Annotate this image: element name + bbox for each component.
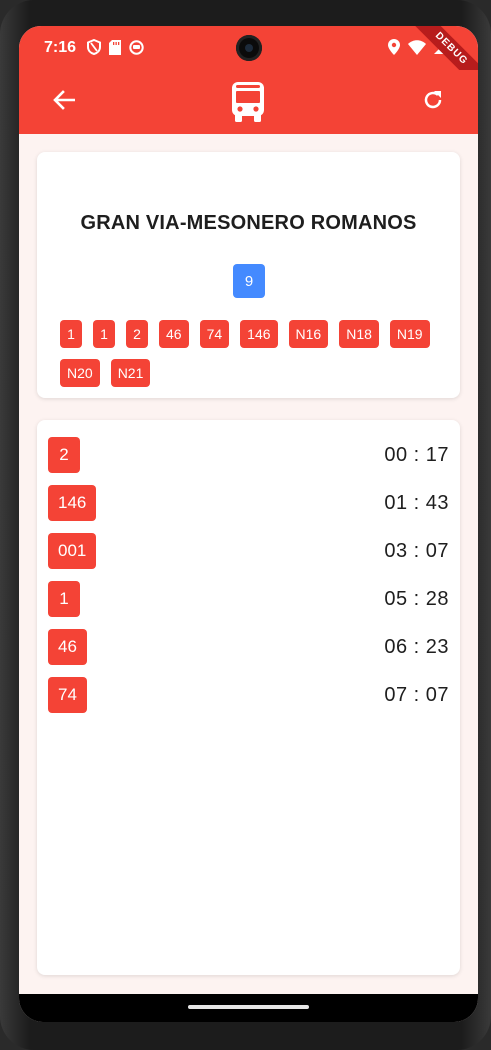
refresh-button[interactable]: [419, 88, 447, 116]
arrivals-card: 2 00 : 17 146 01 : 43 001 03 : 07 1 05 :…: [37, 420, 460, 975]
stop-lines-list: 1 1 2 46 74 146 N16 N18 N19 N20 N21: [60, 320, 440, 387]
arrival-line-badge: 74: [48, 677, 87, 713]
app-screen: 7:16 DEBUG GRAN VIA-MESONERO ROMANOS 9 1…: [19, 26, 478, 1022]
stop-name: GRAN VIA-MESONERO ROMANOS: [80, 212, 417, 234]
line-chip[interactable]: 1: [93, 320, 115, 348]
refresh-icon: [422, 89, 444, 116]
arrival-time: 05 : 28: [384, 588, 449, 610]
arrival-line-badge: 001: [48, 533, 97, 569]
stop-id-badge: 9: [233, 264, 265, 298]
arrival-time: 01 : 43: [384, 492, 449, 514]
line-chip[interactable]: 74: [199, 320, 230, 348]
arrival-row[interactable]: 1 05 : 28: [48, 581, 449, 617]
arrival-row[interactable]: 001 03 : 07: [48, 533, 449, 569]
arrival-time: 07 : 07: [384, 684, 449, 706]
status-bar: 7:16 DEBUG: [19, 26, 478, 95]
line-chip[interactable]: N16: [288, 320, 329, 348]
arrival-line-badge: 1: [48, 581, 80, 617]
shield-icon: [87, 38, 101, 60]
stop-info-card: GRAN VIA-MESONERO ROMANOS 9 1 1 2 46 74 …: [37, 152, 460, 398]
arrival-time: 00 : 17: [384, 444, 449, 466]
app-notification-icon: [129, 39, 144, 60]
arrival-line-badge: 146: [48, 485, 97, 521]
arrival-row[interactable]: 2 00 : 17: [48, 437, 449, 473]
arrival-line-badge: 2: [48, 437, 80, 473]
back-button[interactable]: [50, 88, 78, 116]
phone-frame: 7:16 DEBUG GRAN VIA-MESONERO ROMANOS 9 1…: [0, 0, 491, 1050]
status-time: 7:16: [44, 39, 77, 56]
line-chip[interactable]: N20: [60, 359, 100, 387]
line-chip[interactable]: N18: [339, 320, 379, 348]
line-chip[interactable]: N21: [110, 359, 151, 387]
home-gesture-handle[interactable]: [188, 1005, 309, 1009]
app-bar: [19, 70, 478, 134]
wifi-icon: [408, 39, 426, 60]
sd-card-icon: [109, 39, 121, 60]
front-camera: [236, 35, 262, 61]
arrival-row[interactable]: 146 01 : 43: [48, 485, 449, 521]
arrival-time: 03 : 07: [384, 540, 449, 562]
status-icons-left: [87, 38, 144, 60]
line-chip[interactable]: 1: [60, 320, 82, 348]
arrow-back-icon: [53, 89, 76, 115]
bus-icon: [230, 82, 266, 122]
system-nav-bar: [19, 994, 478, 1022]
location-icon: [388, 39, 400, 60]
line-chip[interactable]: 146: [240, 320, 278, 348]
arrival-row[interactable]: 74 07 : 07: [48, 677, 449, 713]
arrival-row[interactable]: 46 06 : 23: [48, 629, 449, 665]
line-chip[interactable]: 2: [126, 320, 148, 348]
line-chip[interactable]: N19: [389, 320, 430, 348]
arrival-line-badge: 46: [48, 629, 87, 665]
line-chip[interactable]: 46: [159, 320, 189, 348]
arrival-time: 06 : 23: [384, 636, 449, 658]
